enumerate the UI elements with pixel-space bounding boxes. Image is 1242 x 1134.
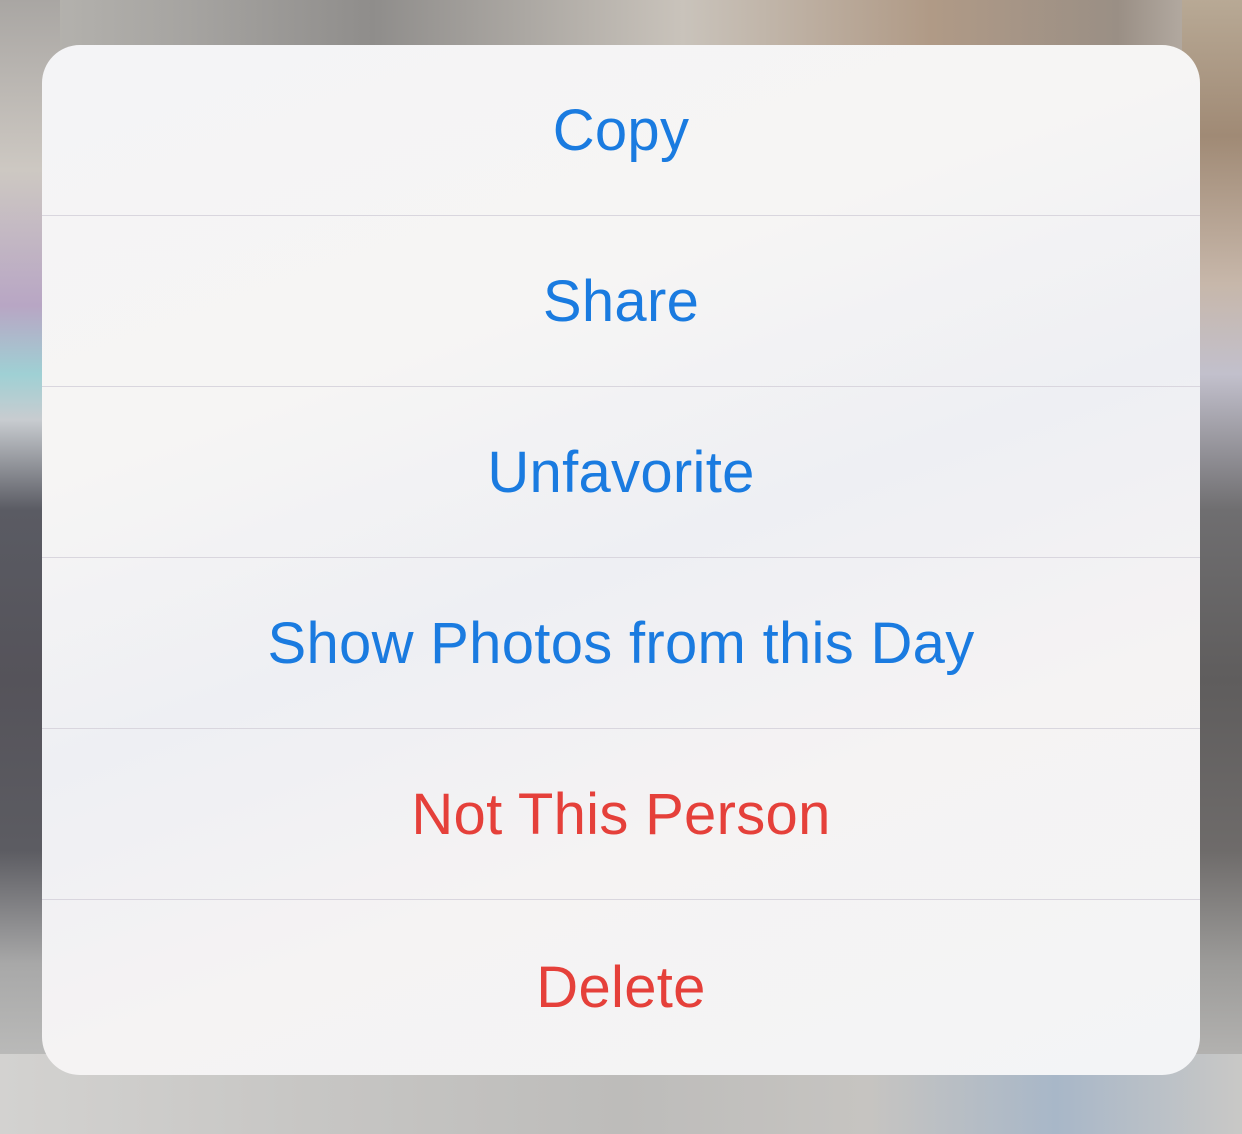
action-menu: Copy Share Unfavorite Show Photos from t… <box>42 45 1200 1075</box>
delete-action[interactable]: Delete <box>42 900 1200 1075</box>
copy-action-label: Copy <box>552 97 690 163</box>
share-action-label: Share <box>542 268 700 334</box>
unfavorite-action[interactable]: Unfavorite <box>42 387 1200 558</box>
show-photos-from-day-action-label: Show Photos from this Day <box>267 610 975 676</box>
show-photos-from-day-action[interactable]: Show Photos from this Day <box>42 558 1200 729</box>
copy-action[interactable]: Copy <box>42 45 1200 216</box>
not-this-person-action-label: Not This Person <box>411 781 831 847</box>
not-this-person-action[interactable]: Not This Person <box>42 729 1200 900</box>
unfavorite-action-label: Unfavorite <box>487 439 755 505</box>
delete-action-label: Delete <box>536 955 706 1020</box>
share-action[interactable]: Share <box>42 216 1200 387</box>
